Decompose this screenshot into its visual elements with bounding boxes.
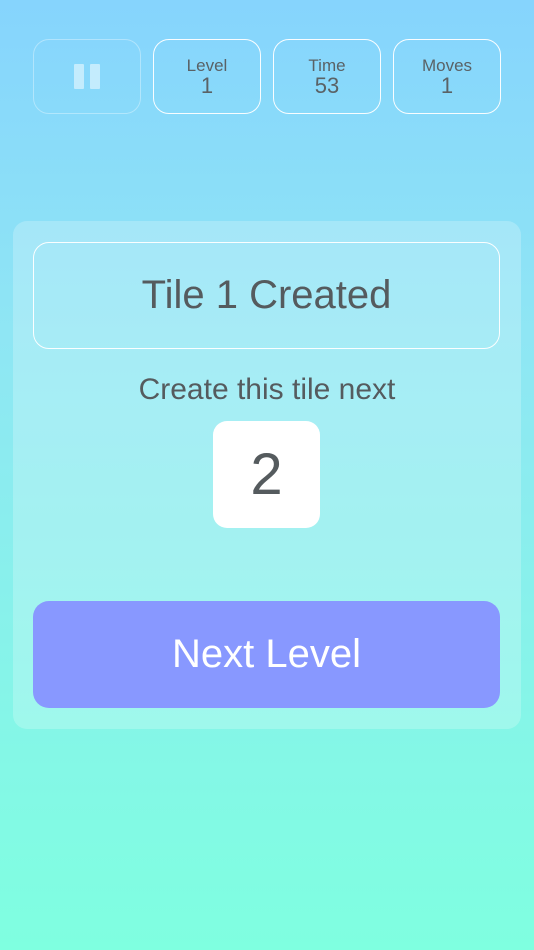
time-value: 53 <box>314 72 340 98</box>
moves-label: Moves <box>421 55 473 75</box>
pause-button[interactable] <box>33 39 141 114</box>
level-value: 1 <box>200 72 214 98</box>
moves-indicator: Moves 1 <box>393 39 501 114</box>
pause-bar-right <box>90 64 100 89</box>
level-label: Level <box>186 55 228 75</box>
pause-icon <box>74 64 100 89</box>
message-text: Tile 1 Created <box>141 273 392 317</box>
time-label: Time <box>308 55 346 75</box>
hud-bar: Level 1 Time 53 Moves 1 <box>33 39 501 114</box>
next-level-button[interactable]: Next Level <box>33 601 500 708</box>
next-tile: 2 <box>213 421 320 528</box>
level-indicator: Level 1 <box>153 39 261 114</box>
time-indicator: Time 53 <box>273 39 381 114</box>
message-box: Tile 1 Created <box>33 242 500 349</box>
next-tile-label: Create this tile next <box>138 373 396 406</box>
level-complete-panel: Tile 1 Created Create this tile next 2 N… <box>13 221 521 729</box>
pause-bar-left <box>74 64 84 89</box>
moves-value: 1 <box>440 72 454 98</box>
